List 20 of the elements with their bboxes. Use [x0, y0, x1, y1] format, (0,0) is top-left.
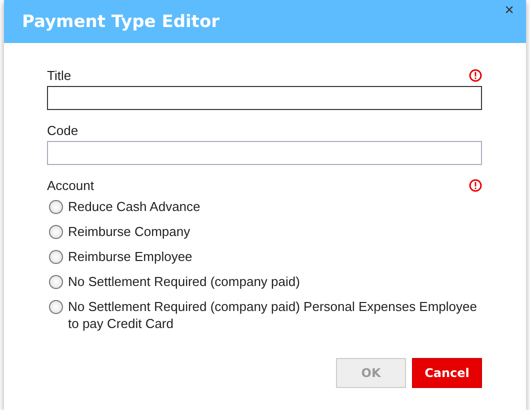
radio-label: No Settlement Required (company paid)	[68, 273, 300, 290]
field-label: Title	[47, 68, 72, 82]
radio-label: Reimburse Employee	[68, 248, 192, 265]
radio-label: No Settlement Required (company paid) Personal Expenses Employee to pay Credit Card	[68, 298, 478, 332]
field-label: Code	[47, 122, 78, 138]
radio-button[interactable]	[49, 225, 63, 239]
error-icon	[469, 68, 482, 82]
dialog-title: Payment Type Editor	[22, 12, 220, 32]
input-field[interactable]	[47, 86, 482, 110]
radio-button[interactable]	[49, 275, 63, 289]
cancel-button[interactable]: Cancel	[412, 358, 482, 388]
radio-button[interactable]	[49, 250, 63, 264]
error-icon	[469, 178, 482, 192]
radio-button[interactable]	[49, 300, 63, 314]
close-button[interactable]: ×	[502, 2, 516, 20]
radio-label: Reduce Cash Advance	[68, 198, 200, 215]
radio-button[interactable]	[49, 200, 63, 214]
radio-label: Reimburse Company	[68, 223, 190, 240]
input-field[interactable]	[47, 141, 482, 165]
field-label: Account	[47, 178, 94, 192]
